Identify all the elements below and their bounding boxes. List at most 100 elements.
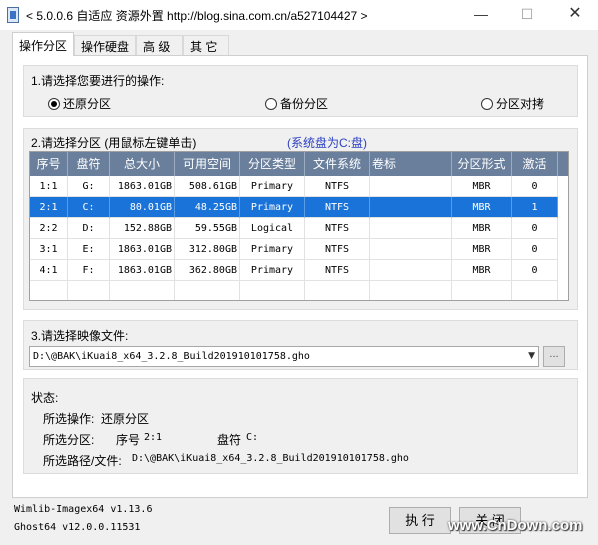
cell-fs: NTFS xyxy=(305,239,370,260)
radio-copy-label: 分区对拷 xyxy=(496,97,545,111)
cell-empty xyxy=(110,281,175,300)
cell-type: Primary xyxy=(240,239,305,260)
cell-type: Primary xyxy=(240,260,305,281)
cell-volume xyxy=(370,197,452,218)
radio-backup-indicator xyxy=(265,98,277,110)
cell-number: 3:1 xyxy=(30,239,68,260)
close-window-button[interactable]: ✕ xyxy=(552,0,598,30)
col-number[interactable]: 序号 xyxy=(30,152,68,176)
cell-active: 0 xyxy=(512,260,558,281)
table-row[interactable]: 2:2 D: 152.88GB 59.55GB Logical NTFS MBR… xyxy=(30,218,568,239)
cell-empty xyxy=(305,281,370,300)
cell-fs: NTFS xyxy=(305,218,370,239)
cell-empty xyxy=(512,281,558,300)
cell-fs: NTFS xyxy=(305,176,370,197)
tab-partition[interactable]: 操作分区 xyxy=(12,32,74,56)
radio-restore[interactable]: 还原分区 xyxy=(48,95,111,112)
image-path-combo[interactable]: D:\@BAK\iKuai8_x64_3.2.8_Build2019101017… xyxy=(29,346,539,367)
system-drive-note: (系统盘为C:盘) xyxy=(287,136,367,150)
radio-backup[interactable]: 备份分区 xyxy=(265,95,328,112)
cell-drive: F: xyxy=(68,260,110,281)
status-partition-num: 2:1 xyxy=(144,432,163,443)
cell-number: 1:1 xyxy=(30,176,68,197)
cell-fs: NTFS xyxy=(305,260,370,281)
table-row[interactable]: 3:1 E: 1863.01GB 312.80GB Primary NTFS M… xyxy=(30,239,568,260)
cell-total: 80.01GB xyxy=(110,197,175,218)
cell-type: Primary xyxy=(240,176,305,197)
col-drive[interactable]: 盘符 xyxy=(68,152,110,176)
image-label: 3.请选择映像文件: xyxy=(31,329,129,343)
cell-empty xyxy=(68,281,110,300)
cell-volume xyxy=(370,239,452,260)
cell-total: 1863.01GB xyxy=(110,260,175,281)
cell-empty xyxy=(452,281,512,300)
cell-drive: G: xyxy=(68,176,110,197)
radio-backup-label: 备份分区 xyxy=(280,97,329,111)
image-path-value: D:\@BAK\iKuai8_x64_3.2.8_Build2019101017… xyxy=(33,351,310,362)
radio-copy[interactable]: 分区对拷 xyxy=(481,95,544,112)
cell-free: 508.61GB xyxy=(175,176,240,197)
browse-button[interactable]: ... xyxy=(543,346,565,367)
cell-form: MBR xyxy=(452,176,512,197)
col-filler xyxy=(558,152,568,176)
cell-active: 0 xyxy=(512,218,558,239)
table-row[interactable]: 4:1 F: 1863.01GB 362.80GB Primary NTFS M… xyxy=(30,260,568,281)
tab-other[interactable]: 其 它 xyxy=(183,35,229,55)
cell-free: 362.80GB xyxy=(175,260,240,281)
title-bar: < 5.0.0.6 自适应 资源外置 http://blog.sina.com.… xyxy=(0,0,598,30)
chevron-down-icon[interactable]: ▼ xyxy=(528,347,535,366)
status-op-value: 还原分区 xyxy=(101,412,150,426)
cell-type: Primary xyxy=(240,197,305,218)
cell-active: 0 xyxy=(512,176,558,197)
radio-restore-label: 还原分区 xyxy=(63,97,112,111)
col-active[interactable]: 激活 xyxy=(512,152,558,176)
cell-volume xyxy=(370,176,452,197)
status-partition-drive: C: xyxy=(246,432,259,443)
ghost-version: Ghost64 v12.0.0.11531 xyxy=(14,522,141,533)
tab-advanced[interactable]: 高 级 xyxy=(136,35,183,55)
operation-group: 1.请选择您要进行的操作: 还原分区 备份分区 分区对拷 xyxy=(23,65,578,117)
col-volume[interactable]: 卷标 xyxy=(370,152,452,176)
cell-active: 1 xyxy=(512,197,558,218)
cell-empty xyxy=(370,281,452,300)
radio-copy-indicator xyxy=(481,98,493,110)
cell-volume xyxy=(370,218,452,239)
col-type[interactable]: 分区类型 xyxy=(240,152,305,176)
status-path-value: D:\@BAK\iKuai8_x64_3.2.8_Build2019101017… xyxy=(132,453,409,464)
status-label: 状态: xyxy=(31,391,59,405)
cell-number: 2:2 xyxy=(30,218,68,239)
cell-fs: NTFS xyxy=(305,197,370,218)
tab-panel: 1.请选择您要进行的操作: 还原分区 备份分区 分区对拷 2.请选择分区 (用鼠… xyxy=(12,55,588,498)
cell-form: MBR xyxy=(452,197,512,218)
col-form[interactable]: 分区形式 xyxy=(452,152,512,176)
status-op-label: 所选操作: xyxy=(43,412,95,426)
window-title: < 5.0.0.6 自适应 资源外置 http://blog.sina.com.… xyxy=(26,9,368,23)
status-group: 状态: 所选操作: 还原分区 所选分区: 序号 2:1 盘符 C: 所选路径/文… xyxy=(23,378,578,474)
col-total[interactable]: 总大小 xyxy=(110,152,175,176)
tab-disk[interactable]: 操作硬盘 xyxy=(74,35,136,55)
partition-label: 2.请选择分区 (用鼠标左键单击) xyxy=(31,136,197,150)
wimlib-version: Wimlib-Imagex64 v1.13.6 xyxy=(14,504,153,515)
col-fs[interactable]: 文件系统 xyxy=(305,152,370,176)
cell-empty xyxy=(175,281,240,300)
table-row[interactable]: 1:1 G: 1863.01GB 508.61GB Primary NTFS M… xyxy=(30,176,568,197)
cell-empty xyxy=(240,281,305,300)
cell-type: Logical xyxy=(240,218,305,239)
cell-volume xyxy=(370,260,452,281)
operation-label: 1.请选择您要进行的操作: xyxy=(31,74,165,88)
cell-total: 1863.01GB xyxy=(110,239,175,260)
status-partition-label: 所选分区: xyxy=(43,433,95,447)
radio-restore-indicator xyxy=(48,98,60,110)
partition-table: 序号 盘符 总大小 可用空间 分区类型 文件系统 卷标 分区形式 激活 1:1 … xyxy=(29,151,569,301)
execute-button[interactable]: 执 行 xyxy=(389,507,451,534)
cell-free: 59.55GB xyxy=(175,218,240,239)
minimize-button[interactable]: — xyxy=(458,0,504,30)
status-partition-drive-label: 盘符 xyxy=(217,433,242,447)
cell-form: MBR xyxy=(452,218,512,239)
cell-total: 152.88GB xyxy=(110,218,175,239)
image-group: 3.请选择映像文件: D:\@BAK\iKuai8_x64_3.2.8_Buil… xyxy=(23,320,578,370)
maximize-button[interactable]: ☐ xyxy=(504,0,550,30)
cell-number: 2:1 xyxy=(30,197,68,218)
col-free[interactable]: 可用空间 xyxy=(175,152,240,176)
table-row-selected[interactable]: 2:1 C: 80.01GB 48.25GB Primary NTFS MBR … xyxy=(30,197,568,218)
